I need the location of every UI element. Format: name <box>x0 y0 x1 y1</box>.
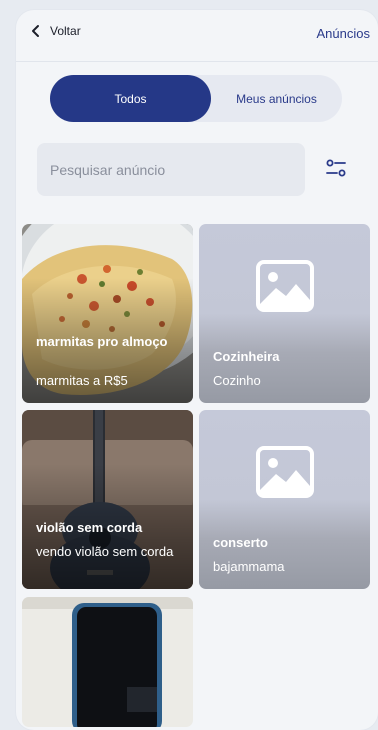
card-subtitle: bajammama <box>213 559 285 574</box>
top-bar: Voltar Anúncios <box>16 10 378 62</box>
tab-my-ads[interactable]: Meus anúncios <box>211 75 342 122</box>
filter-icon <box>326 159 346 177</box>
tab-all[interactable]: Todos <box>50 75 211 122</box>
ad-card[interactable]: violão sem corda vendo violão sem corda <box>22 410 193 589</box>
card-subtitle: marmitas a R$5 <box>36 373 128 388</box>
card-title: Cozinheira <box>213 349 280 364</box>
ads-link[interactable]: Anúncios <box>317 26 370 41</box>
ad-card[interactable]: Cozinheira Cozinho <box>199 224 370 403</box>
card-subtitle: Cozinho <box>213 373 261 388</box>
search-input[interactable] <box>37 143 305 196</box>
image-placeholder-icon <box>256 446 314 498</box>
chevron-left-icon <box>32 25 39 37</box>
ad-card[interactable]: marmitas pro almoço marmitas a R$5 <box>22 224 193 403</box>
segmented-control: Todos Meus anúncios <box>50 75 342 122</box>
card-title: conserto <box>213 535 268 550</box>
back-label: Voltar <box>50 24 81 38</box>
card-subtitle: vendo violão sem corda <box>36 544 174 559</box>
app-screen: Voltar Anúncios Todos Meus anúncios Pesq… <box>16 10 378 730</box>
image-placeholder-icon <box>256 260 314 312</box>
card-title: marmitas pro almoço <box>36 334 168 349</box>
ad-card[interactable]: conserto bajammama <box>199 410 370 589</box>
back-button[interactable]: Voltar <box>30 24 81 38</box>
filter-button[interactable] <box>321 153 351 183</box>
card-title: violão sem corda <box>36 520 143 535</box>
